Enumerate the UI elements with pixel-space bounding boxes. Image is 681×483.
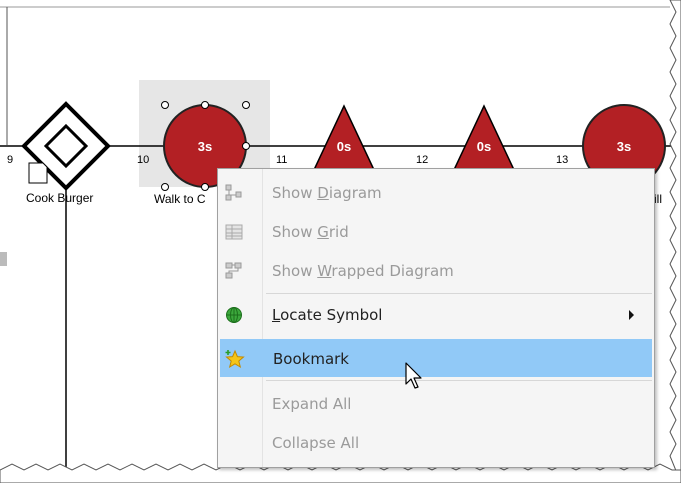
node-time-12: 0s (477, 139, 491, 154)
globe-icon (224, 305, 244, 325)
bookmark-star-icon (225, 349, 245, 369)
menu-separator (266, 293, 652, 294)
menu-item-show-wrapped-diagram[interactable]: Show Wrapped Diagram (220, 252, 652, 290)
document-icon (28, 162, 48, 184)
gateway-node[interactable] (21, 101, 111, 191)
triangle-node-11[interactable]: 0s (311, 104, 377, 173)
menu-separator (266, 380, 652, 381)
menu-item-show-grid[interactable]: Show Grid (220, 213, 652, 251)
context-menu: Show Diagram Show Grid Show Wrapped Diag… (217, 168, 655, 468)
grid-icon (224, 222, 244, 242)
triangle-node-12[interactable]: 0s (451, 104, 517, 173)
wrapped-diagram-icon (224, 261, 244, 281)
step-number-9: 9 (7, 154, 13, 166)
step-number-12: 12 (416, 154, 428, 166)
node-label-walk: Walk to C (154, 192, 206, 206)
step-number-10: 10 (137, 154, 149, 166)
diagram-icon (224, 183, 244, 203)
left-scroll-marker (0, 252, 7, 266)
menu-item-expand-all[interactable]: Expand All (220, 385, 652, 423)
node-time-13: 3s (617, 139, 631, 154)
torn-edge-right (669, 0, 681, 483)
menu-item-bookmark[interactable]: Bookmark (220, 339, 652, 377)
submenu-arrow-icon (629, 310, 634, 320)
mouse-cursor-icon (405, 362, 422, 389)
menu-item-show-diagram[interactable]: Show Diagram (220, 174, 652, 212)
step-number-11: 11 (276, 154, 287, 166)
menu-item-collapse-all[interactable]: Collapse All (220, 424, 652, 462)
menu-item-locate-symbol[interactable]: Locate Symbol (220, 296, 652, 334)
step-number-13: 13 (556, 154, 568, 166)
node-time-10: 3s (198, 139, 212, 154)
node-time-11: 0s (337, 139, 351, 154)
node-label-cook-burger: Cook Burger (26, 191, 93, 205)
